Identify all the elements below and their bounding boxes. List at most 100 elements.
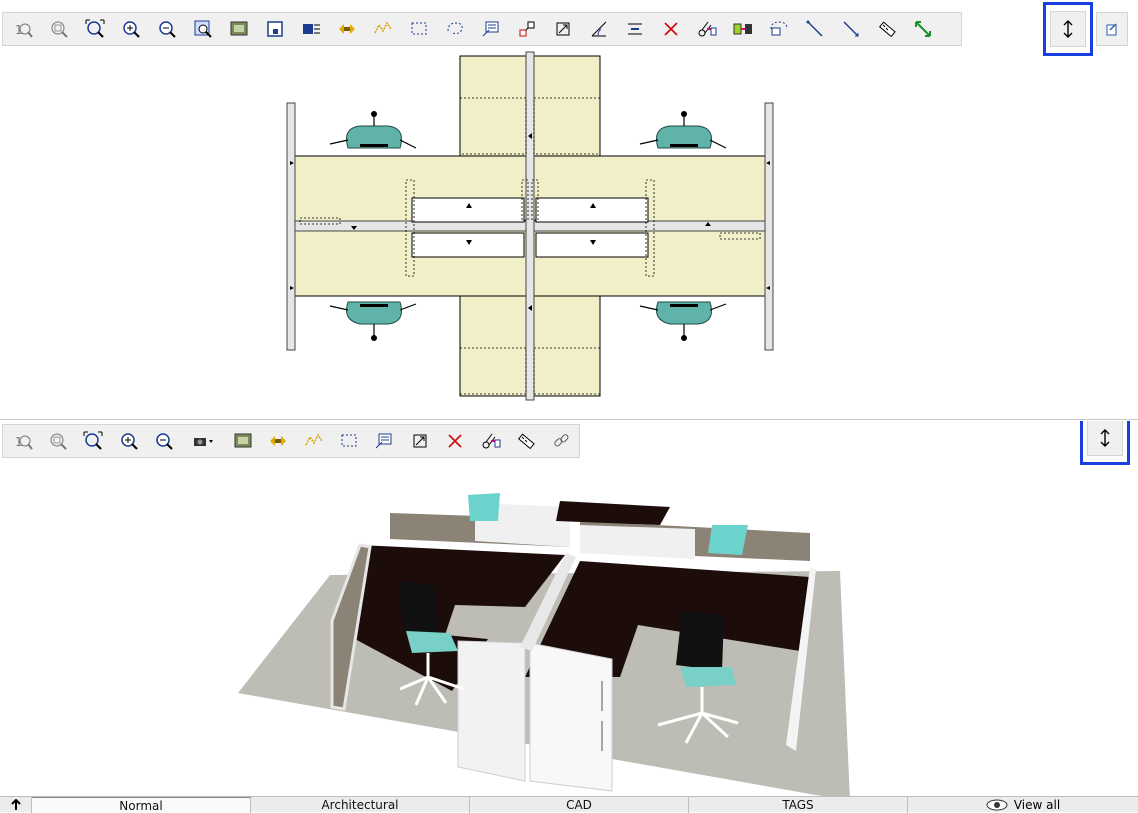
zoom-1-1-button[interactable]: 1 [5, 13, 41, 45]
group-select-icon [770, 21, 788, 36]
render-icon [234, 433, 252, 448]
annotate-icon [376, 433, 392, 449]
zoom-1-1-button[interactable]: 1 [5, 425, 40, 457]
tab-normal[interactable]: Normal [32, 797, 251, 813]
annotate-icon [482, 21, 499, 37]
delete-icon [448, 434, 462, 448]
zoom-in-icon [123, 21, 140, 38]
lasso-select-button[interactable] [437, 13, 473, 45]
polyline-button[interactable] [296, 425, 331, 457]
rotate-icon [556, 22, 570, 36]
zoom-window-button[interactable] [185, 13, 221, 45]
move-horizontal-icon [270, 436, 287, 446]
zoom-in-icon [121, 433, 138, 450]
rectangle-select-button[interactable] [331, 425, 366, 457]
ruler-icon [518, 433, 535, 450]
cut-paste-icon [698, 21, 717, 37]
tab-architectural[interactable]: Architectural [251, 797, 470, 813]
link-button[interactable] [544, 425, 579, 457]
zoom-previous-icon [50, 433, 67, 450]
3d-rendering[interactable] [220, 481, 870, 796]
plan-resize-button[interactable] [1043, 2, 1093, 56]
render-button[interactable] [221, 13, 257, 45]
select-all-icon [267, 21, 283, 37]
move-horizontal-button[interactable] [329, 13, 365, 45]
rectangle-select-button[interactable] [401, 13, 437, 45]
ruler-button[interactable] [869, 13, 905, 45]
zoom-window-icon [194, 20, 212, 38]
zoom-in-button[interactable] [111, 425, 146, 457]
zoom-in-button[interactable] [113, 13, 149, 45]
zoom-extents-button[interactable] [76, 425, 111, 457]
vertical-resize-icon [1063, 20, 1073, 38]
resize-diagonal-icon [915, 21, 931, 37]
zoom-previous-button[interactable] [41, 13, 77, 45]
polyline-button[interactable] [365, 13, 401, 45]
align-icon [628, 23, 642, 35]
lasso-select-icon [447, 22, 463, 34]
annotate-button[interactable] [367, 425, 402, 457]
move-horizontal-icon [339, 24, 355, 34]
delete-button[interactable] [653, 13, 689, 45]
select-all-button[interactable] [257, 13, 293, 45]
replace-button[interactable] [725, 13, 761, 45]
annotate-button[interactable] [473, 13, 509, 45]
floor-plan-drawing[interactable] [270, 48, 790, 404]
note-button[interactable] [1096, 12, 1128, 46]
3d-resize-button[interactable] [1080, 421, 1130, 465]
layers-icon [303, 24, 320, 34]
zoom-out-button[interactable] [149, 13, 185, 45]
status-bar: Normal Architectural CAD TAGS View all [0, 796, 1138, 813]
vertical-resize-icon [1100, 429, 1110, 447]
ruler-button[interactable] [508, 425, 543, 457]
delete-button[interactable] [438, 425, 473, 457]
render-icon [230, 21, 248, 36]
move-horizontal-button[interactable] [261, 425, 296, 457]
rectangle-select-icon [341, 434, 357, 447]
rotate-button[interactable] [402, 425, 437, 457]
cut-paste-button[interactable] [689, 13, 725, 45]
zoom-out-icon [159, 21, 176, 38]
rotate-icon [413, 434, 427, 448]
zoom-extents-icon [83, 431, 103, 450]
render-button[interactable] [225, 425, 260, 457]
polyline-icon [374, 21, 392, 34]
link-icon [554, 434, 569, 447]
polyline-icon [305, 433, 323, 446]
resize-diagonal-button[interactable] [905, 13, 941, 45]
zoom-extents-button[interactable] [77, 13, 113, 45]
tab-tags[interactable]: TAGS [689, 797, 908, 813]
note-icon [1106, 23, 1117, 36]
3d-view-pane[interactable]: 1 [0, 421, 1138, 796]
align-button[interactable] [617, 13, 653, 45]
zoom-previous-button[interactable] [40, 425, 75, 457]
ruler-icon [879, 21, 896, 38]
cut-paste-button[interactable] [473, 425, 508, 457]
camera-icon [193, 438, 213, 446]
dimension-line-button[interactable] [833, 13, 869, 45]
dimension-line-icon [843, 21, 859, 37]
arrow-up-icon [10, 799, 21, 810]
group-select-button[interactable] [761, 13, 797, 45]
camera-dropdown-button[interactable] [182, 425, 225, 457]
view-all-label: View all [1013, 798, 1061, 812]
cut-paste-icon [482, 433, 501, 449]
zoom-previous-icon [51, 21, 68, 38]
view-all-button[interactable]: View all [908, 797, 1138, 813]
draw-line-button[interactable] [797, 13, 833, 45]
connect-button[interactable] [509, 13, 545, 45]
3d-toolbar: 1 [2, 424, 580, 458]
plan-view-pane[interactable]: 1 [0, 0, 1138, 420]
rotate-button[interactable] [545, 13, 581, 45]
connect-icon [519, 21, 535, 37]
layers-button[interactable] [293, 13, 329, 45]
zoom-out-icon [156, 433, 173, 450]
replace-icon [733, 23, 752, 35]
zoom-out-button[interactable] [147, 425, 182, 457]
pin-button[interactable] [0, 797, 32, 813]
eye-icon [986, 799, 1008, 811]
measure-angle-button[interactable] [581, 13, 617, 45]
rectangle-select-icon [411, 22, 427, 35]
plan-toolbar: 1 [2, 12, 962, 46]
tab-cad[interactable]: CAD [470, 797, 689, 813]
